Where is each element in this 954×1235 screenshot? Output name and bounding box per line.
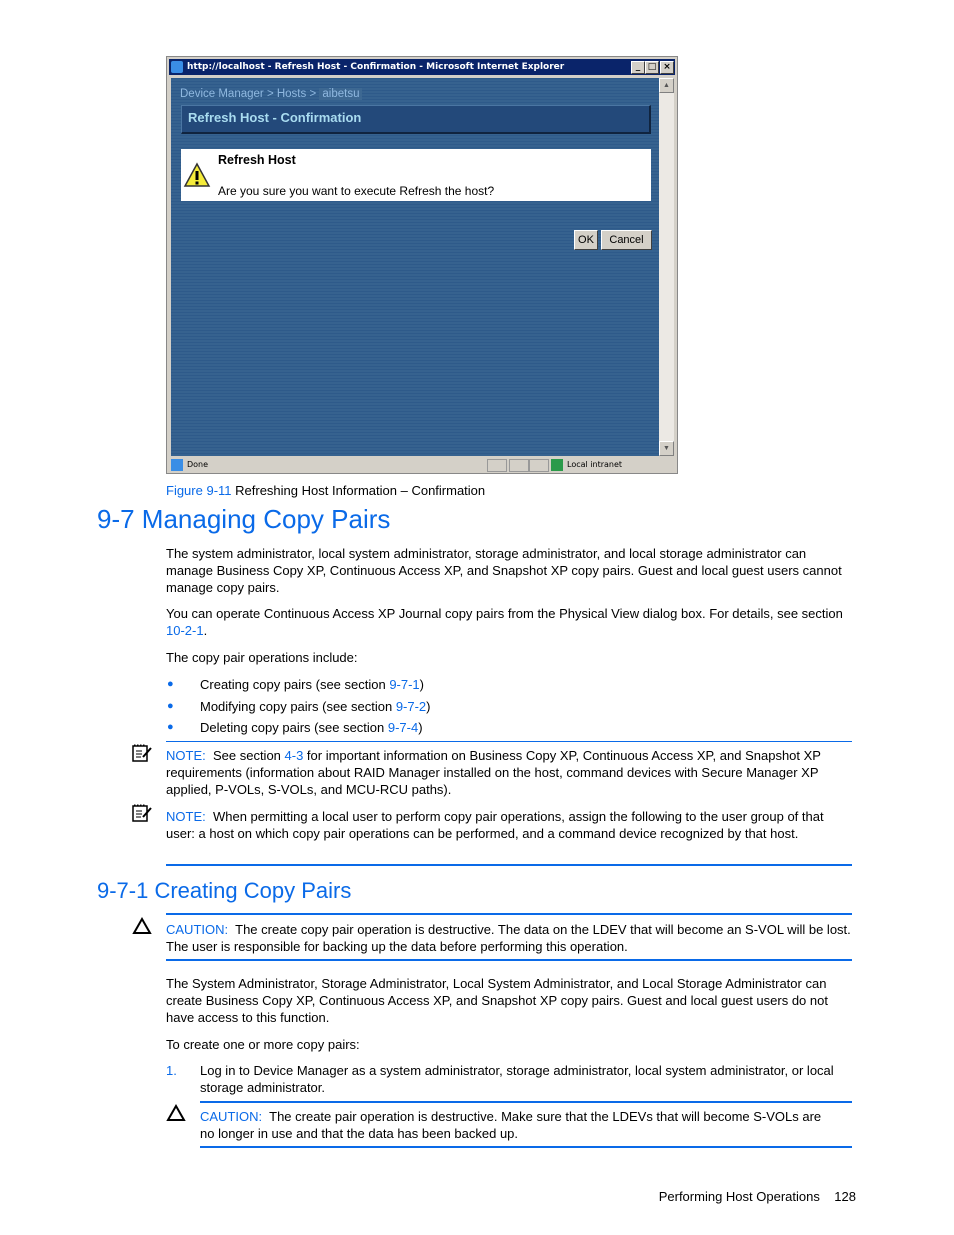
note-1: NOTE: See section 4-3 for important info… — [166, 748, 821, 797]
figure-caption-text: Refreshing Host Information – Confirmati… — [235, 483, 486, 498]
section-paragraph: You can operate Continuous Access XP Jou… — [166, 606, 843, 638]
ok-button[interactable]: OK — [574, 230, 598, 250]
section-title: 9-7 Managing Copy Pairs — [97, 504, 391, 534]
status-text: Done — [187, 460, 209, 469]
page-footer: Performing Host Operations 128 — [659, 1189, 856, 1204]
divider — [166, 913, 852, 915]
breadcrumb: Device Manager > Hosts > aibetsu — [180, 88, 363, 100]
divider — [200, 1101, 852, 1103]
footer-chapter: Performing Host Operations — [658, 1189, 820, 1204]
page-number: 128 — [834, 1189, 856, 1204]
subsection-title: 9-7-1 Creating Copy Pairs — [97, 878, 352, 903]
caution-2: CAUTION: The create pair operation is de… — [200, 1109, 822, 1141]
status-bar: Done Local intranet — [169, 458, 675, 472]
list-item: ● Modifying copy pairs (see section 9-7-2… — [167, 698, 431, 714]
breadcrumb-current: aibetsu — [319, 88, 363, 100]
maximize-button[interactable]: □ — [645, 61, 659, 74]
status-pane — [529, 459, 549, 472]
bullet-icon: ● — [167, 721, 174, 733]
breadcrumb-device-manager[interactable]: Device Manager — [180, 88, 264, 100]
window-title: http://localhost - Refresh Host - Confir… — [187, 62, 565, 72]
link-10-2-1[interactable]: 10-2-1 — [166, 623, 204, 638]
breadcrumb-hosts[interactable]: Hosts — [277, 88, 306, 100]
divider — [200, 1146, 852, 1148]
divider — [166, 959, 852, 961]
bullet-icon: ● — [167, 699, 174, 712]
dialog-heading: Refresh Host — [218, 153, 296, 167]
vertical-scrollbar[interactable]: ▲ ▼ — [659, 78, 674, 456]
page-done-icon — [171, 459, 183, 471]
dialog-message: Are you sure you want to execute Refresh… — [218, 184, 495, 198]
zone-text: Local intranet — [567, 460, 623, 469]
divider — [166, 741, 852, 742]
section-paragraph: The copy pair operations include: — [166, 650, 358, 665]
caution-icon — [166, 1104, 186, 1121]
page-content: Device Manager > Hosts > aibetsu Refresh… — [171, 78, 659, 456]
scroll-up-arrow[interactable]: ▲ — [659, 78, 674, 93]
document-page: http://localhost - Refresh Host - Confir… — [0, 0, 954, 1235]
close-button[interactable]: × — [660, 61, 674, 74]
list-item: ● Creating copy pairs (see section 9-7-1) — [167, 677, 425, 692]
link-4-3[interactable]: 4-3 — [285, 748, 304, 763]
step-number: 1. — [166, 1063, 177, 1078]
link-9-7-4[interactable]: 9-7-4 — [388, 720, 418, 735]
section-paragraph: The system administrator, local system a… — [166, 546, 842, 595]
status-pane — [487, 459, 507, 472]
figure-caption: Figure 9-11 Refreshing Host Information … — [166, 483, 485, 498]
scroll-down-arrow[interactable]: ▼ — [659, 441, 674, 456]
divider — [166, 864, 852, 866]
subsection-paragraph: To create one or more copy pairs: — [166, 1037, 360, 1052]
caution-icon — [132, 917, 152, 934]
note-icon — [132, 744, 152, 762]
ie-icon — [171, 61, 183, 73]
operations-list: ● Creating copy pairs (see section 9-7-1)… — [166, 676, 431, 741]
step-1-text: Log in to Device Manager as a system adm… — [200, 1063, 834, 1095]
cancel-button[interactable]: Cancel — [601, 230, 652, 250]
panel-title-bar: Refresh Host - Confirmation — [181, 105, 651, 134]
note-2: NOTE: When permitting a local user to pe… — [166, 809, 824, 841]
subsection-paragraph: The System Administrator, Storage Admini… — [166, 976, 828, 1025]
note-icon — [132, 804, 152, 822]
confirmation-dialog: Refresh Host Are you sure you want to ex… — [181, 149, 651, 201]
status-pane — [509, 459, 529, 472]
list-item: ● Deleting copy pairs (see section 9-7-4) — [167, 720, 423, 735]
minimize-button[interactable]: _ — [631, 61, 645, 74]
caution-1: CAUTION: The create copy pair operation … — [166, 922, 851, 954]
local-intranet-icon — [551, 459, 563, 471]
link-9-7-1[interactable]: 9-7-1 — [389, 677, 419, 692]
figure-screenshot-window: http://localhost - Refresh Host - Confir… — [166, 56, 678, 474]
warning-icon — [183, 162, 211, 187]
bullet-icon: ● — [167, 678, 174, 690]
panel-title: Refresh Host - Confirmation — [188, 110, 362, 125]
link-9-7-2[interactable]: 9-7-2 — [396, 699, 426, 714]
window-titlebar: http://localhost - Refresh Host - Confir… — [169, 59, 675, 75]
breadcrumb-separator: > — [309, 88, 317, 100]
figure-label: Figure 9-11 — [166, 483, 232, 498]
breadcrumb-separator: > — [266, 88, 274, 100]
